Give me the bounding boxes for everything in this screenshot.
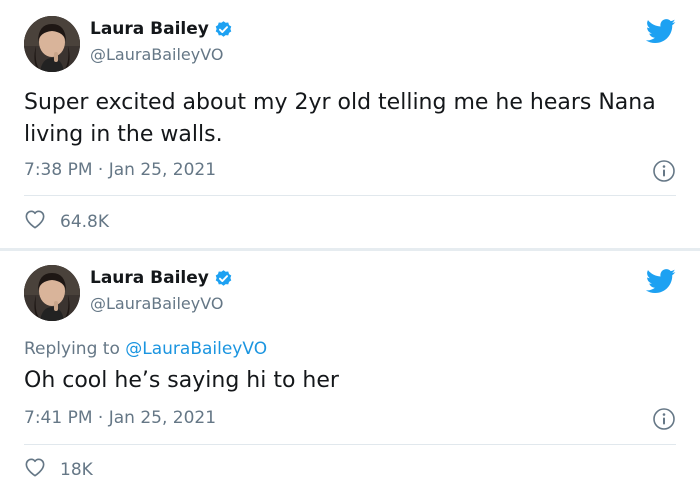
display-name-text: Laura Bailey: [90, 268, 209, 288]
info-icon[interactable]: [652, 407, 676, 435]
replying-to-label: Replying to: [24, 339, 120, 359]
like-count: 18K: [60, 459, 93, 480]
display-name-text: Laura Bailey: [90, 19, 209, 39]
heart-icon: [24, 457, 46, 482]
like-button[interactable]: 18K: [24, 457, 93, 482]
divider: [24, 444, 676, 445]
tweet-text: Oh cool he’s saying hi to her: [24, 368, 339, 393]
twitter-bird-icon[interactable]: [645, 19, 676, 48]
mention-link[interactable]: @LauraBaileyVO: [125, 339, 267, 359]
tweet-card: Laura Bailey @LauraBaileyVO Super excite…: [0, 0, 700, 248]
display-name[interactable]: Laura Bailey: [90, 268, 233, 288]
verified-badge-icon: [214, 20, 233, 39]
tweet-text: Super excited about my 2yr old telling m…: [24, 90, 656, 147]
divider: [24, 195, 676, 196]
info-icon[interactable]: [652, 159, 676, 187]
tweet-card: Laura Bailey @LauraBaileyVO Replying to …: [0, 251, 700, 498]
display-name[interactable]: Laura Bailey: [90, 19, 233, 39]
tweet-timestamp[interactable]: 7:41 PM · Jan 25, 2021: [24, 408, 216, 428]
like-button[interactable]: 64.8K: [24, 209, 109, 234]
tweet-timestamp[interactable]: 7:38 PM · Jan 25, 2021: [24, 160, 216, 180]
avatar[interactable]: [24, 265, 80, 321]
user-handle[interactable]: @LauraBaileyVO: [90, 294, 223, 313]
user-handle[interactable]: @LauraBaileyVO: [90, 45, 223, 64]
replying-to: Replying to @LauraBaileyVO: [24, 339, 267, 359]
heart-icon: [24, 209, 46, 234]
like-count: 64.8K: [60, 211, 109, 232]
twitter-bird-icon[interactable]: [645, 269, 676, 298]
avatar[interactable]: [24, 16, 80, 72]
verified-badge-icon: [214, 269, 233, 288]
